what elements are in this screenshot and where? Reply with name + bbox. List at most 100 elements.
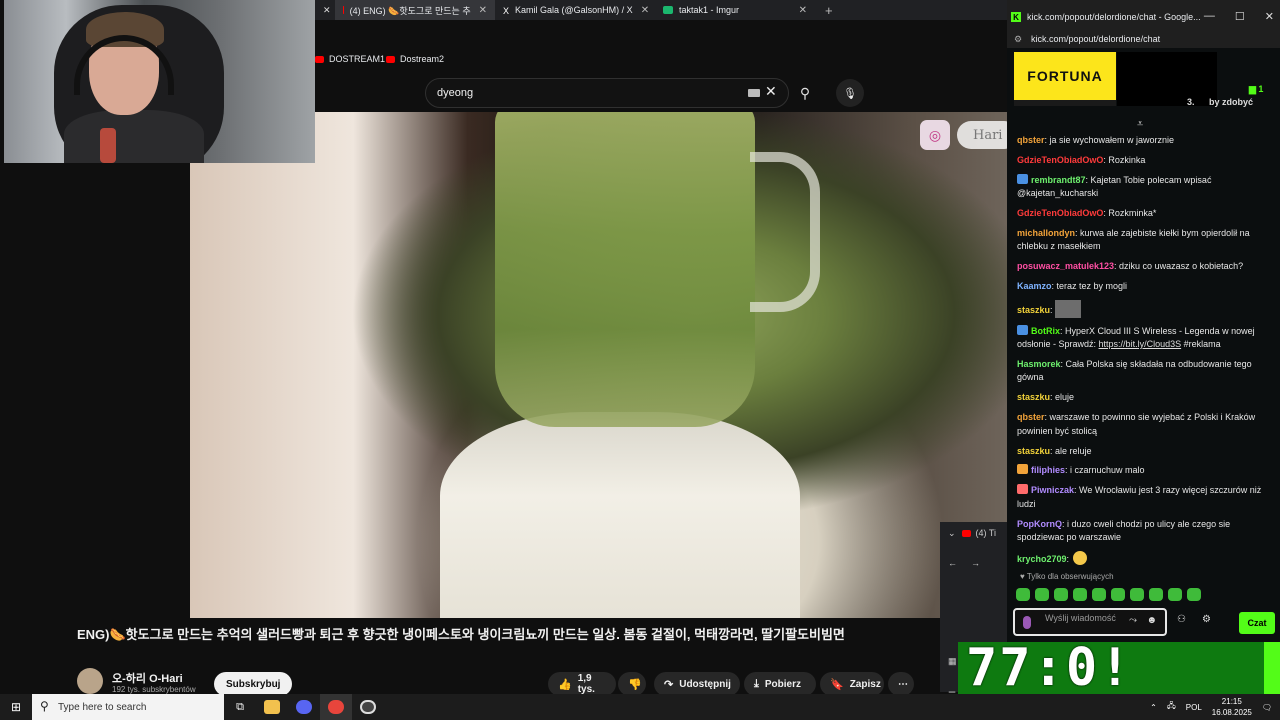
channel-name[interactable]: 오-하리 O-Hari (112, 670, 183, 686)
notification-icon[interactable]: 🗨 (1262, 703, 1272, 712)
chat-message-input[interactable]: Wyślij wiadomość ⤳ ☻ (1013, 608, 1167, 636)
instagram-icon: ◎ (920, 120, 950, 150)
close-icon[interactable]: ✕ (633, 5, 649, 16)
chat-username[interactable]: staszku (1017, 305, 1050, 315)
minimize-icon[interactable]: — (1204, 10, 1215, 23)
keyboard-icon[interactable] (748, 89, 760, 97)
obs-button[interactable] (352, 694, 384, 720)
chat-username[interactable]: staszku (1017, 392, 1050, 402)
mini-tab[interactable]: ⌄ (4) Ti (940, 522, 1007, 544)
bookmark-dostream1[interactable]: DOSTREAM1 (315, 54, 385, 64)
discord-icon (296, 700, 312, 714)
task-view-button[interactable]: ⧉ (224, 694, 256, 720)
emote-icon[interactable] (1035, 588, 1049, 601)
chat-username[interactable]: posuwacz_matulek123 (1017, 261, 1114, 271)
webcam-shirt (64, 110, 204, 163)
chat-username[interactable]: michallondyn (1017, 228, 1075, 238)
user-badge-icon (1017, 324, 1028, 335)
users-icon[interactable]: ⚇ (1177, 614, 1186, 625)
webcam-microphone (100, 128, 116, 163)
chat-username[interactable]: rembrandt87 (1031, 175, 1086, 185)
emote-icon[interactable] (1168, 588, 1182, 601)
emote-icon[interactable] (1016, 588, 1030, 601)
site-settings-icon[interactable]: ⚙ (1014, 34, 1022, 45)
close-icon[interactable]: ✕ (471, 5, 487, 16)
chat-username[interactable]: filiphies (1031, 465, 1065, 475)
save-button[interactable]: 🔖 Zapisz (820, 672, 884, 696)
microphone-icon[interactable] (1023, 616, 1031, 629)
emote-icon[interactable] (1111, 588, 1125, 601)
obs-icon (360, 700, 376, 714)
chat-username[interactable]: GdzieTenObiadOwO (1017, 155, 1103, 165)
taskbar-search[interactable]: ⚲ Type here to search (32, 694, 224, 720)
chevron-up-icon[interactable]: ⌃ (1150, 703, 1157, 712)
chat-username[interactable]: Hasmorek (1017, 359, 1061, 369)
tab-close-left[interactable]: ✕ (315, 0, 335, 20)
sponsor-banner[interactable]: FORTUNA (1014, 52, 1116, 106)
chat-message: GdzieTenObiadOwO: Rozkinka (1017, 154, 1279, 167)
chat-username[interactable]: krycho2709 (1017, 554, 1067, 564)
share-button[interactable]: ↷ Udostępnij (654, 672, 740, 696)
chat-username[interactable]: Kaamzo (1017, 281, 1052, 291)
emote-bar (1016, 588, 1201, 602)
emote-icon[interactable] (1073, 588, 1087, 601)
clock[interactable]: 21:15 16.08.2025 (1212, 696, 1252, 718)
search-button[interactable]: ⚲ (789, 78, 821, 108)
chat-username[interactable]: staszku (1017, 446, 1050, 456)
more-actions-button[interactable]: ⋯ (888, 672, 914, 696)
youtube-icon (343, 6, 344, 14)
command-icon[interactable]: ⤳ (1129, 616, 1137, 626)
chat-username[interactable]: qbster (1017, 135, 1045, 145)
emote-icon[interactable] (1054, 588, 1068, 601)
emote-icon[interactable] (1130, 588, 1144, 601)
chat-message: Piwniczak: We Wrocławiu jest 3 razy więc… (1017, 484, 1279, 511)
close-icon[interactable]: ✕ (791, 5, 807, 16)
chat-text: : Rozkinka (1103, 154, 1146, 165)
file-explorer-button[interactable] (256, 694, 288, 720)
close-icon[interactable]: ✕ (1265, 10, 1274, 23)
chat-username[interactable]: BotRix (1031, 326, 1060, 336)
new-tab-button[interactable]: + (825, 3, 833, 18)
subscriber-count: 192 tys. subskrybentów (112, 685, 196, 694)
emote-icon[interactable] (1187, 588, 1201, 601)
channel-avatar[interactable] (77, 668, 103, 694)
tab-x[interactable]: X Kamil Gala (@GalsonHM) / X ✕ (495, 0, 655, 20)
search-input[interactable]: dyeong (425, 78, 789, 108)
pinned-message[interactable]: 3. by zdobyć (1187, 97, 1253, 107)
dislike-button[interactable]: 👎 (618, 672, 646, 696)
download-button[interactable]: ⤓ Pobierz (744, 672, 816, 696)
chat-tools: ⚇ ⚙ (1177, 614, 1211, 625)
browser-tab-bar: ✕ (4) ENG) 🌭핫도그로 만드는 추 ✕ X Kamil Gala (@… (315, 0, 1007, 20)
mini-nav[interactable]: ← → (940, 552, 1007, 574)
chat-username[interactable]: PopKornQ (1017, 519, 1062, 529)
emoji-icon[interactable]: ☻ (1146, 616, 1157, 626)
chat-username[interactable]: Piwniczak (1031, 485, 1074, 495)
x-icon: X (503, 6, 510, 16)
maximize-icon[interactable]: ☐ (1235, 10, 1245, 23)
chat-url-bar[interactable]: ⚙ kick.com/popout/delordione/chat (1007, 30, 1280, 48)
chrome-button[interactable] (320, 694, 352, 720)
thumbs-down-icon: 👎 (628, 678, 642, 691)
like-button[interactable]: 👍 1,9 tys. (548, 672, 616, 696)
network-icon[interactable]: 🖧 (1167, 700, 1176, 714)
emote-icon[interactable] (1092, 588, 1106, 601)
send-chat-button[interactable]: Czat (1239, 612, 1275, 634)
followers-only-notice: ♥ Tylko dla obserwujących (1020, 572, 1114, 581)
voice-search-button[interactable]: 🎙 (836, 79, 864, 107)
tab-youtube[interactable]: (4) ENG) 🌭핫도그로 만드는 추 ✕ (335, 0, 495, 20)
emote-icon[interactable] (1149, 588, 1163, 601)
gear-icon[interactable]: ⚙ (1202, 614, 1211, 625)
tab-imgur[interactable]: taktak1 - Imgur ✕ (655, 0, 815, 20)
video-player[interactable]: ◎ Hari (190, 112, 1007, 618)
clear-search-icon[interactable]: ✕ (765, 83, 777, 100)
chat-link[interactable]: https://bit.ly/Cloud3S (1099, 339, 1182, 349)
start-button[interactable]: ⊞ (0, 694, 32, 720)
chat-window-titlebar[interactable]: K kick.com/popout/delordione/chat - Goog… (1007, 0, 1280, 34)
chat-username[interactable]: qbster (1017, 412, 1045, 422)
expand-pinned-icon[interactable]: ⩡ (1137, 118, 1143, 131)
chat-username[interactable]: GdzieTenObiadOwO (1017, 208, 1103, 218)
discord-button[interactable] (288, 694, 320, 720)
subscribe-button[interactable]: Subskrybuj (214, 672, 293, 696)
language-indicator[interactable]: POL (1186, 703, 1202, 712)
bookmark-dostream2[interactable]: Dostream2 (386, 54, 444, 64)
